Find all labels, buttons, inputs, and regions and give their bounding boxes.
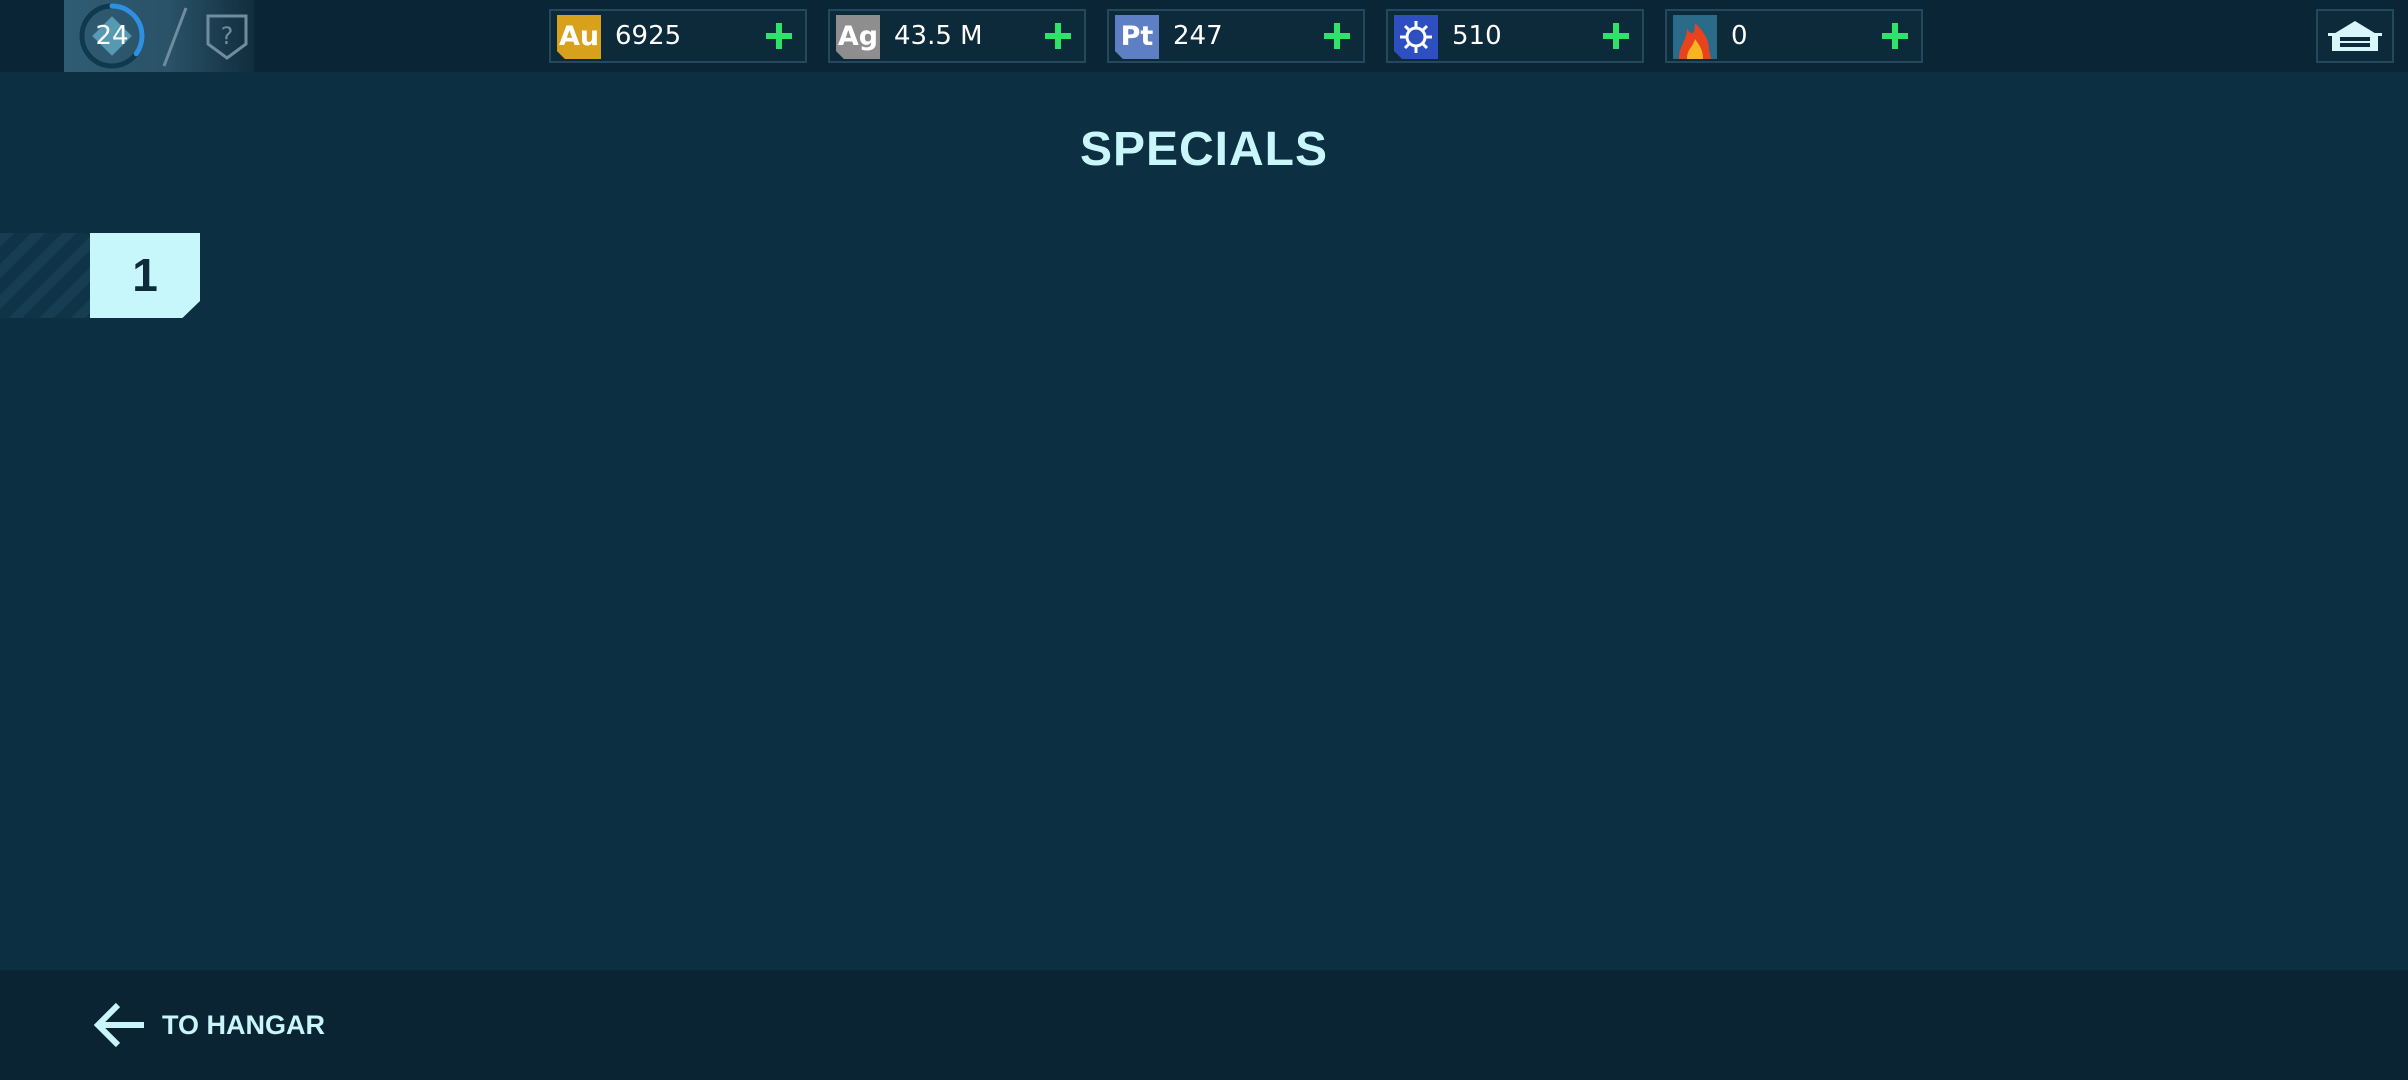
- arrow-left-icon: [93, 1002, 144, 1048]
- add-platinum-button[interactable]: [1319, 18, 1355, 54]
- resource-silver: Ag 43.5 M: [828, 9, 1086, 63]
- silver-icon: Ag: [836, 15, 880, 59]
- fire-icon: [1673, 15, 1717, 59]
- platinum-amount: 247: [1173, 21, 1223, 51]
- tab-1-label: 1: [132, 249, 158, 301]
- divider: [162, 7, 188, 67]
- gear-key-icon: [1394, 15, 1438, 59]
- top-bar: 24 ? Au 6925 Ag 43.5 M Pt 247 510 0: [0, 0, 2408, 72]
- page-title: SPECIALS: [1079, 123, 1329, 176]
- gold-icon: Au: [557, 15, 601, 59]
- specials-screen: 24 ? Au 6925 Ag 43.5 M Pt 247 510 0 SPEC…: [0, 0, 2408, 1080]
- fire-amount: 0: [1731, 21, 1748, 51]
- resource-keys: 510: [1386, 9, 1644, 63]
- platinum-icon: Pt: [1115, 15, 1159, 59]
- gold-amount: 6925: [615, 21, 682, 51]
- resource-platinum: Pt 247: [1107, 9, 1365, 63]
- resource-fire: 0: [1665, 9, 1923, 63]
- unknown-rank-icon[interactable]: ?: [204, 12, 250, 62]
- add-keys-button[interactable]: [1598, 18, 1634, 54]
- hangar-button[interactable]: [2316, 9, 2394, 63]
- keys-amount: 510: [1452, 21, 1502, 51]
- add-fire-button[interactable]: [1877, 18, 1913, 54]
- svg-text:?: ?: [221, 22, 234, 50]
- add-silver-button[interactable]: [1040, 18, 1076, 54]
- tab-1[interactable]: 1: [90, 233, 200, 318]
- player-level: 24: [95, 21, 129, 51]
- silver-amount: 43.5 M: [894, 21, 983, 51]
- hangar-icon: [2328, 21, 2382, 51]
- resource-gold: Au 6925: [549, 9, 807, 63]
- back-label: TO HANGAR: [162, 1010, 326, 1040]
- add-gold-button[interactable]: [761, 18, 797, 54]
- bottom-bar: [0, 970, 2408, 1080]
- tab-strip-decoration: [0, 233, 90, 318]
